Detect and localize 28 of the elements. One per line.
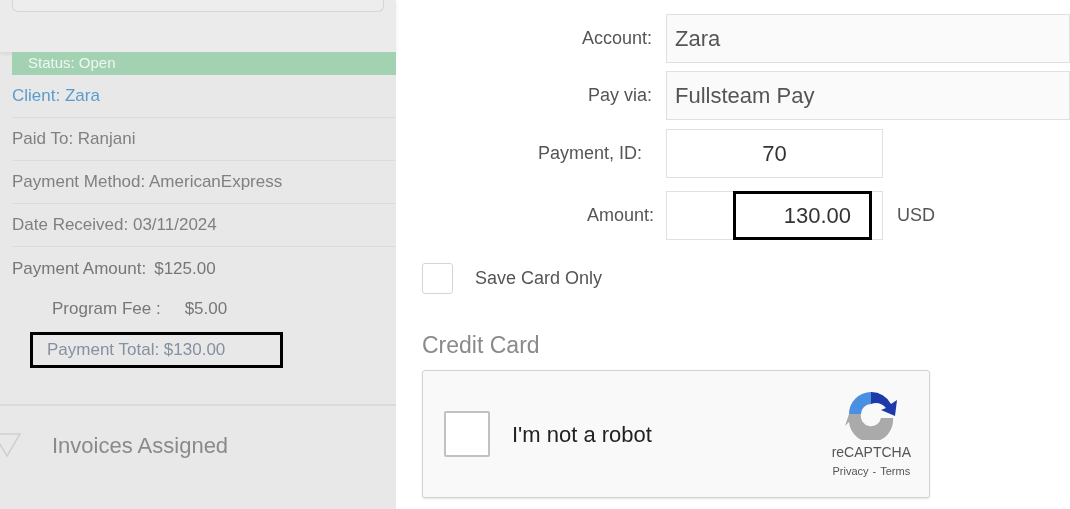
payment-amount-label: Payment Amount: — [12, 257, 147, 280]
section-heading: Credit Card — [422, 331, 541, 360]
field-label: Amount: — [585, 203, 655, 227]
field-label: Account: — [580, 26, 653, 50]
privacy-link[interactable]: Privacy — [832, 463, 869, 480]
captcha-label: I'm not a robot — [512, 420, 653, 449]
detail-text: Paid To: Ranjani — [12, 128, 136, 151]
captcha-checkbox[interactable] — [444, 411, 490, 457]
captcha-brand: reCAPTCHA — [831, 443, 911, 463]
payment-amount-value: $125.00 — [154, 257, 216, 280]
pay-via-field[interactable]: Fullsteam Pay — [666, 70, 1070, 120]
status-text: Status: Open — [28, 53, 116, 74]
program-fee-label: Program Fee : — [52, 298, 161, 321]
amount-field[interactable]: 130.00 — [733, 190, 872, 240]
payment-total-text: Payment Total: $130.00 — [30, 332, 283, 368]
field-label: Pay via: — [586, 83, 653, 107]
detail-text: Date Received: 03/11/2024 — [12, 214, 217, 237]
checkbox-label: Save Card Only — [475, 266, 603, 290]
field-label: Payment, ID: — [536, 141, 643, 165]
payment-id-field[interactable]: 70 — [666, 128, 883, 178]
separator-text: - — [872, 464, 877, 480]
currency-label: USD — [897, 203, 935, 227]
triangle-icon[interactable] — [0, 432, 22, 458]
detail-text: Payment Method: AmericanExpress — [12, 171, 283, 194]
terms-link[interactable]: Terms — [880, 463, 911, 480]
account-field[interactable]: Zara — [666, 13, 1070, 63]
checkbox[interactable] — [422, 262, 453, 294]
program-fee-value: $5.00 — [184, 298, 228, 321]
